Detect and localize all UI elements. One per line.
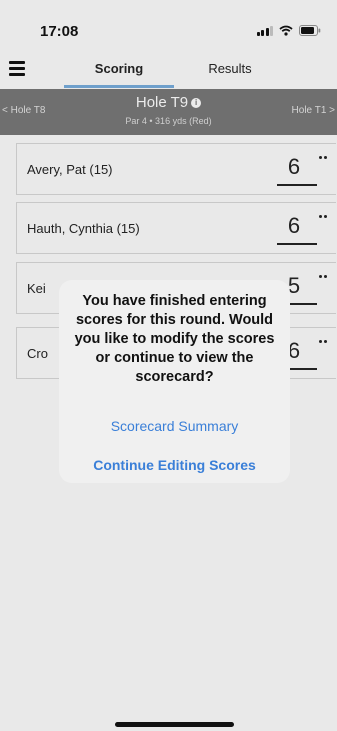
player-name: Avery, Pat (15) (27, 162, 113, 177)
score-underline (277, 243, 317, 245)
home-indicator[interactable] (115, 722, 234, 727)
player-row[interactable]: Hauth, Cynthia (15) 6 (16, 202, 336, 254)
hole-header: < Hole T8 Hole T9 i Par 4 • 316 yds (Red)… (0, 89, 337, 135)
info-icon[interactable]: i (191, 98, 202, 108)
more-dots-icon[interactable] (319, 156, 329, 160)
active-tab-indicator (64, 85, 174, 88)
continue-editing-button[interactable]: Continue Editing Scores (59, 457, 290, 473)
next-hole-link[interactable]: Hole T1 > (292, 105, 335, 116)
signal-icon (256, 25, 273, 36)
status-bar: 17:08 (0, 0, 337, 52)
more-dots-icon[interactable] (319, 215, 329, 219)
score-input[interactable]: 6 (283, 154, 305, 180)
hole-title-text: Hole T9 (135, 94, 189, 111)
tab-results[interactable]: Results (190, 61, 270, 76)
tab-scoring[interactable]: Scoring (64, 61, 174, 76)
finish-round-dialog: You have finished entering scores for th… (59, 280, 290, 483)
hamburger-menu-icon[interactable] (9, 61, 25, 76)
player-name: Hauth, Cynthia (15) (27, 221, 140, 236)
player-name: Cro (27, 346, 48, 361)
dialog-message: You have finished entering scores for th… (74, 293, 275, 385)
player-name: Kei (27, 281, 46, 296)
more-dots-icon[interactable] (319, 275, 329, 279)
wifi-icon (279, 25, 293, 36)
more-dots-icon[interactable] (319, 340, 329, 344)
scorecard-summary-button[interactable]: Scorecard Summary (59, 418, 290, 434)
score-input[interactable]: 6 (283, 213, 305, 239)
hole-title: Hole T9 i (0, 94, 337, 111)
battery-icon (299, 25, 321, 36)
status-icons (256, 25, 322, 36)
score-underline (277, 184, 317, 186)
hole-subtitle: Par 4 • 316 yds (Red) (125, 116, 212, 126)
tab-bar: Scoring Results (0, 52, 337, 89)
status-time: 17:08 (40, 23, 79, 40)
player-row[interactable]: Avery, Pat (15) 6 (16, 143, 336, 195)
